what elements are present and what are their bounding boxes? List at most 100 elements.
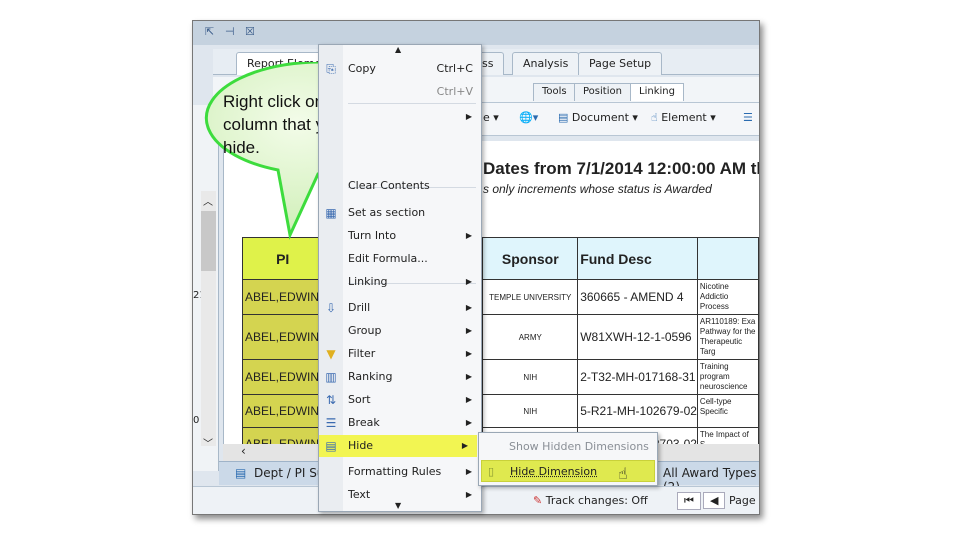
menu-separator xyxy=(348,103,476,104)
title-cell[interactable]: Training program neuroscience xyxy=(696,359,759,395)
menu-scroll-up-icon[interactable]: ▲ xyxy=(395,45,401,54)
menu-item-show-hidden-dimensions[interactable]: Show Hidden Dimensions xyxy=(481,436,655,458)
menu-item-label: Drill xyxy=(348,301,371,314)
menu-item-label: Show Hidden Dimensions xyxy=(509,440,649,453)
document-icon: ▤ xyxy=(558,111,569,124)
fund-desc-cell[interactable]: W81XWH-12-1-0596 xyxy=(577,314,698,360)
menu-item-label: Hide Dimension xyxy=(510,465,598,478)
menu-item-label: Turn Into xyxy=(348,229,397,242)
subtab-tools[interactable]: Tools xyxy=(533,83,576,101)
title-cell[interactable]: AR110189: Exa Pathway for the Therapeuti… xyxy=(696,314,759,360)
pin-icon[interactable]: ⊣ xyxy=(225,25,235,38)
tab-label: Analysis xyxy=(523,57,569,70)
dropdown-label: e xyxy=(483,111,490,124)
prev-page-button[interactable]: ◀ xyxy=(703,492,726,509)
menu-item-hide-dimension[interactable]: ▯ Hide Dimension ☝ xyxy=(481,460,655,483)
title-cell[interactable]: Cell-type Specific xyxy=(696,394,759,428)
subtab-linking[interactable]: Linking xyxy=(630,83,684,101)
menu-item-formatting-rules[interactable]: Formatting Rules ▶ xyxy=(319,461,481,483)
subtab-position[interactable]: Position xyxy=(574,83,631,101)
menu-item-shortcut: Ctrl+V xyxy=(436,85,473,98)
fund-desc-cell[interactable]: 2-T32-MH-017168-31 xyxy=(577,359,698,395)
fund-desc-cell[interactable]: 360665 - AMEND 4 xyxy=(577,279,698,315)
menu-item-item-2[interactable]: ▶ xyxy=(319,106,481,128)
menu-item-ranking[interactable]: ▥ Ranking ▶ xyxy=(319,366,481,388)
report-title: Dates from 7/1/2014 12:00:00 AM thr xyxy=(483,159,760,178)
column-header-title[interactable] xyxy=(696,237,759,280)
title-cell[interactable]: Nicotine Addictio Process xyxy=(696,279,759,315)
first-page-button[interactable]: ⏮ xyxy=(677,492,701,510)
menu-item-label: Filter xyxy=(348,347,376,360)
submenu-arrow-icon: ▶ xyxy=(465,349,472,358)
title-strip: ⇱ ⊣ ☒ xyxy=(193,21,759,45)
menu-item-text[interactable]: Text ▶ xyxy=(319,484,481,506)
menu-item-linking[interactable]: Linking ▶ xyxy=(319,271,481,293)
submenu-arrow-icon: ▶ xyxy=(465,112,472,121)
menu-item-drill[interactable]: ⇩ Drill ▶ xyxy=(319,297,481,319)
menu-item-hide[interactable]: ▤ Hide ▶ xyxy=(319,435,477,457)
menu-item-label: Group xyxy=(348,324,382,337)
menu-item-turn-into[interactable]: Turn Into ▶ xyxy=(319,225,481,247)
scroll-down-icon[interactable]: ﹀ xyxy=(203,435,213,450)
report-subtitle: s only increments whose status is Awarde… xyxy=(483,182,712,196)
hide-dimension-icon: ▯ xyxy=(488,465,495,478)
track-changes-label: Track changes: Off xyxy=(545,494,648,507)
menu-item-label: Break xyxy=(348,416,380,429)
submenu-arrow-icon: ▶ xyxy=(465,490,472,499)
menu-item-sort[interactable]: ⇅ Sort ▶ xyxy=(319,389,481,411)
track-changes[interactable]: ✎ Track changes: Off xyxy=(533,494,648,507)
element-dropdown[interactable]: ☝ Element ▾ xyxy=(651,111,716,124)
menu-item-label: Text xyxy=(348,488,371,501)
subtab-label: Linking xyxy=(639,86,675,97)
break-icon: ☰ xyxy=(325,416,337,430)
sponsor-cell[interactable]: NIH xyxy=(482,394,579,428)
document-dropdown[interactable]: ▤ Document ▾ xyxy=(558,111,638,124)
column-header-fund-desc[interactable]: Fund Desc xyxy=(577,237,698,280)
menu-item-label: Formatting Rules xyxy=(348,465,442,478)
report-icon: ▤ xyxy=(235,466,247,480)
submenu-arrow-icon: ▶ xyxy=(465,372,472,381)
tab-page-setup[interactable]: Page Setup xyxy=(578,52,663,75)
hide-icon: ▤ xyxy=(325,439,337,453)
restore-icon[interactable]: ⇱ xyxy=(205,25,214,38)
subtab-label: Tools xyxy=(542,86,567,97)
menu-item-shortcut: Ctrl+C xyxy=(436,62,473,75)
partial-dropdown[interactable]: e ▾ xyxy=(483,111,499,124)
globe-icon[interactable]: 🌐▾ xyxy=(519,111,538,124)
menu-item-copy[interactable]: ⎘ Copy Ctrl+C xyxy=(319,58,481,80)
hide-submenu: Show Hidden Dimensions ▯ Hide Dimension ☝ xyxy=(478,432,658,486)
submenu-arrow-icon: ▶ xyxy=(465,303,472,312)
tab-label: Page Setup xyxy=(589,57,652,70)
section-icon: ▦ xyxy=(325,206,337,220)
menu-item-edit-formula[interactable]: Edit Formula... xyxy=(319,248,481,270)
menu-item-filter[interactable]: ▼ Filter ▶ xyxy=(319,343,481,365)
sponsor-cell[interactable]: TEMPLE UNIVERSITY xyxy=(482,279,579,315)
submenu-arrow-icon: ▶ xyxy=(465,395,472,404)
column-header-sponsor[interactable]: Sponsor xyxy=(482,237,579,280)
menu-item-item-1[interactable]: Ctrl+V xyxy=(319,81,481,103)
submenu-arrow-icon: ▶ xyxy=(465,231,472,240)
submenu-arrow-icon: ▶ xyxy=(461,441,468,450)
menu-item-label: Edit Formula... xyxy=(348,252,428,265)
header-label: PI xyxy=(276,250,290,267)
menu-item-label: Set as section xyxy=(348,206,426,219)
submenu-arrow-icon: ▶ xyxy=(465,277,472,286)
ranking-icon: ▥ xyxy=(325,370,337,384)
close-icon[interactable]: ☒ xyxy=(245,25,255,38)
menu-item-label: Sort xyxy=(348,393,371,406)
tab-analysis[interactable]: Analysis xyxy=(512,52,580,75)
menu-item-clear-contents[interactable]: Clear Contents xyxy=(319,175,481,197)
dropdown-label: Document xyxy=(571,111,629,124)
scroll-left-icon[interactable]: ‹ xyxy=(241,444,246,458)
report-tab-dept[interactable]: ▤ Dept / PI Su xyxy=(235,466,324,480)
menu-item-break[interactable]: ☰ Break ▶ xyxy=(319,412,481,434)
fund-desc-cell[interactable]: 5-R21-MH-102679-02 xyxy=(577,394,698,428)
menu-item-group[interactable]: Group ▶ xyxy=(319,320,481,342)
menu-item-label: Hide xyxy=(348,439,374,452)
sponsor-cell[interactable]: ARMY xyxy=(482,314,579,360)
menu-item-label: Clear Contents xyxy=(348,179,430,192)
subtab-label: Position xyxy=(583,86,622,97)
menu-item-set-as-section[interactable]: ▦ Set as section xyxy=(319,202,481,224)
sponsor-cell[interactable]: NIH xyxy=(482,359,579,395)
list-icon[interactable]: ☰ xyxy=(743,111,753,124)
